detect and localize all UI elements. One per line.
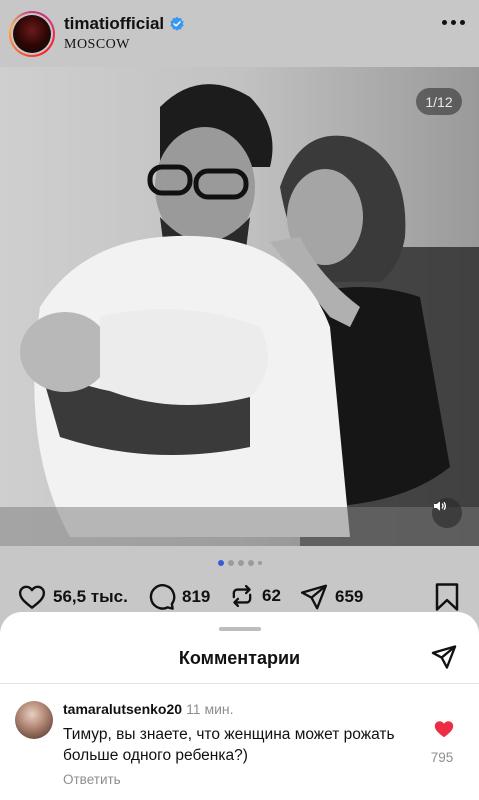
carousel-dot: [247, 560, 254, 566]
comment-like-count: 795: [430, 750, 454, 765]
comment-icon: [149, 584, 176, 610]
share-count[interactable]: 659: [335, 587, 363, 607]
share-button[interactable]: 659: [299, 582, 363, 612]
commenter-avatar[interactable]: [15, 701, 53, 739]
username-row: timatiofficial: [64, 14, 185, 34]
post-actions: 56,5 тыс. 819 62 659: [0, 582, 479, 614]
send-icon[interactable]: [430, 643, 458, 676]
comment-text: Тимур, вы знаете, что женщина может рожа…: [63, 726, 395, 764]
commenter-username[interactable]: tamaralutsenko20: [63, 701, 182, 717]
carousel-dot: [227, 560, 234, 566]
heart-icon: [434, 721, 454, 738]
carousel-dot: [237, 560, 244, 566]
profile-avatar[interactable]: [9, 11, 55, 57]
like-count[interactable]: 56,5 тыс.: [53, 587, 128, 607]
send-icon: [300, 584, 328, 610]
post-photo[interactable]: 1/12: [0, 67, 479, 546]
comment-button[interactable]: 819: [146, 582, 210, 612]
comments-title: Комментарии: [178, 648, 301, 668]
comment-item: tamaralutsenko20 11 мин. Тимур, вы знаете…: [0, 684, 479, 800]
reply-button[interactable]: Ответить: [63, 772, 121, 787]
post-header: timatiofficial MOSCOW: [0, 0, 479, 66]
mute-icon[interactable]: [432, 498, 462, 528]
save-button[interactable]: [434, 582, 460, 612]
username[interactable]: timatiofficial: [64, 14, 164, 34]
carousel-dot: [257, 561, 262, 565]
verified-icon: [170, 16, 184, 31]
family-photo-image: [0, 67, 479, 546]
sheet-grabber[interactable]: [219, 627, 261, 631]
carousel-dot-active: [217, 560, 224, 566]
carousel-indicator: [0, 560, 479, 566]
like-button[interactable]: 56,5 тыс.: [17, 582, 128, 612]
comment-count[interactable]: 819: [182, 587, 210, 607]
more-icon[interactable]: [442, 20, 465, 25]
heart-icon: [18, 585, 46, 609]
comment-time: 11 мин.: [186, 701, 234, 717]
post-screen: timatiofficial MOSCOW 1/12 56,5 тыс. 819…: [0, 0, 479, 800]
repost-button[interactable]: 62: [228, 582, 281, 610]
post-location[interactable]: MOSCOW: [64, 37, 130, 53]
comment-header: tamaralutsenko20 11 мин.: [63, 701, 234, 717]
bookmark-icon: [435, 583, 459, 611]
repost-icon: [232, 584, 252, 608]
image-counter: 1/12: [416, 88, 462, 115]
comments-sheet: Комментарии tamaralutsenko20 11 мин. Тиму…: [0, 612, 479, 800]
repost-count[interactable]: 62: [262, 586, 281, 606]
comment-like-button[interactable]: [433, 718, 455, 745]
